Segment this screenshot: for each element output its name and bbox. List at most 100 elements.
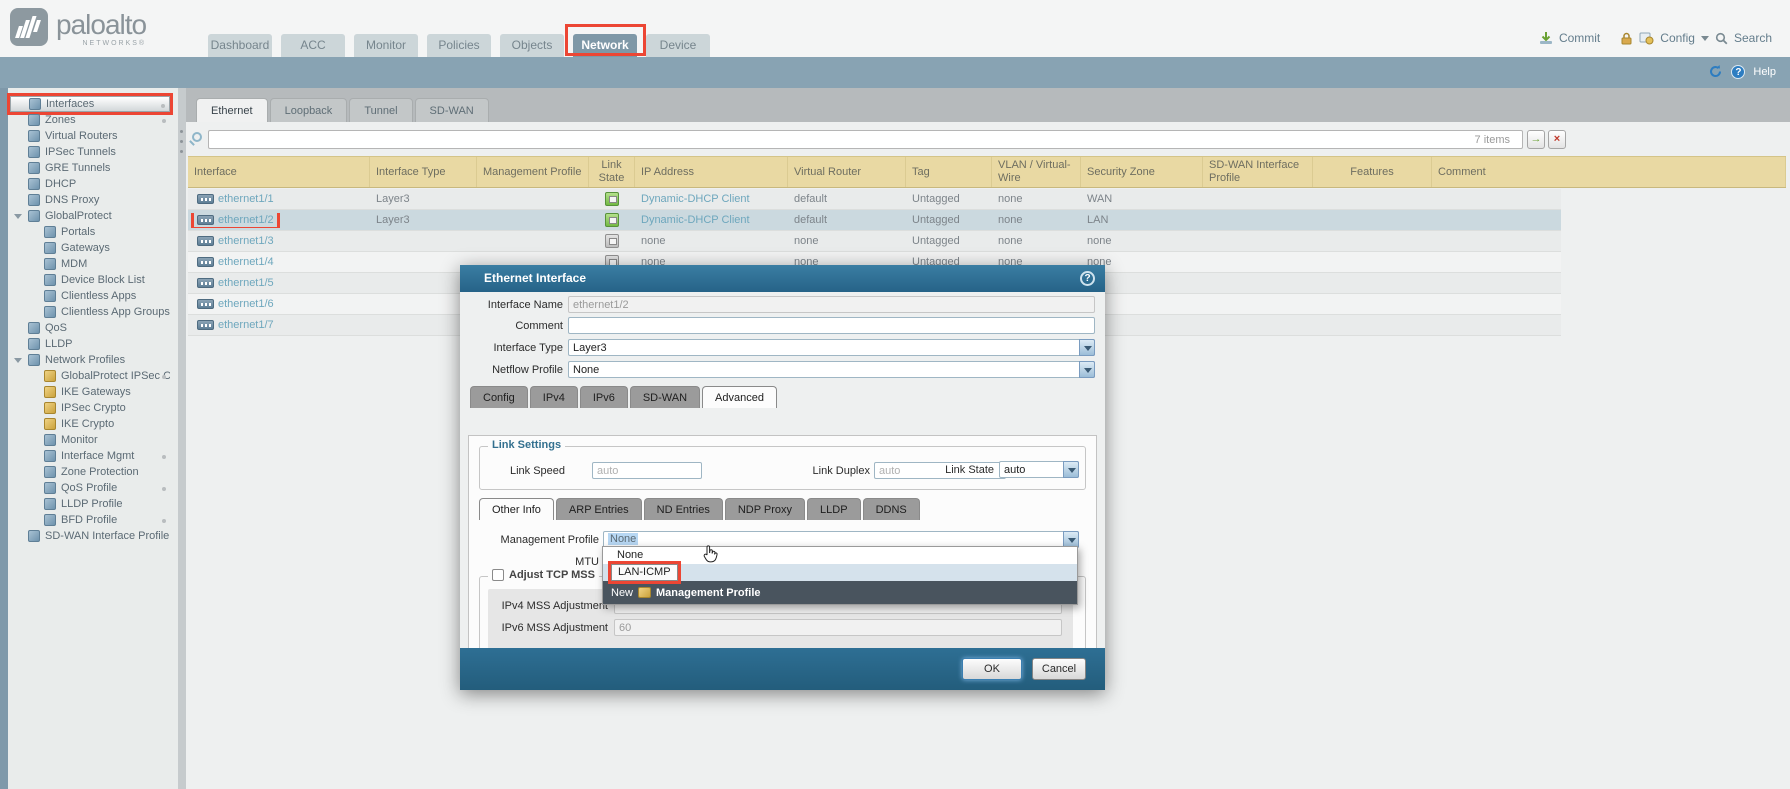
sidebar-item[interactable]: DNS Proxy xyxy=(10,192,170,208)
dialog-tab[interactable]: IPv6 xyxy=(580,386,628,408)
sidebar-item[interactable]: Monitor xyxy=(10,432,170,448)
globalprotect-ipsec-crypto-icon xyxy=(44,370,56,382)
sidebar-item[interactable]: Device Block List xyxy=(10,272,170,288)
main-nav-tab[interactable]: Dashboard xyxy=(208,34,272,57)
help-label[interactable]: Help xyxy=(1753,66,1776,78)
ip-address-link[interactable]: Dynamic-DHCP Client xyxy=(635,214,788,226)
sidebar-item[interactable]: Interfaces xyxy=(10,96,170,112)
inner-tab[interactable]: ND Entries xyxy=(644,498,723,520)
help-icon[interactable]: ? xyxy=(1731,65,1745,79)
sidebar-item-label: IPSec Tunnels xyxy=(45,146,116,158)
dialog-tab[interactable]: IPv4 xyxy=(530,386,578,408)
interface-type-dropdown-icon[interactable] xyxy=(1079,339,1095,356)
interface-link[interactable]: ethernet1/6 xyxy=(218,298,274,310)
dropdown-option[interactable]: LAN-ICMP xyxy=(603,564,1077,581)
filter-input[interactable]: 7 items xyxy=(208,130,1523,149)
sidebar-item[interactable]: IPSec Crypto xyxy=(10,400,170,416)
adjust-tcp-mss-checkbox[interactable] xyxy=(492,569,504,581)
ip-address-link[interactable]: Dynamic-DHCP Client xyxy=(635,193,788,205)
interface-link[interactable]: ethernet1/7 xyxy=(218,319,274,331)
sidebar-item[interactable]: BFD Profile xyxy=(10,512,170,528)
ipv6-mss-field[interactable] xyxy=(614,619,1062,636)
sidebar-item-label: IPSec Crypto xyxy=(61,402,126,414)
inner-tab[interactable]: ARP Entries xyxy=(556,498,642,520)
sidebar-item[interactable]: Clientless Apps xyxy=(10,288,170,304)
interface-link[interactable]: ethernet1/3 xyxy=(218,235,274,247)
sidebar-item[interactable]: Zone Protection xyxy=(10,464,170,480)
inner-tab[interactable]: DDNS xyxy=(863,498,920,520)
sidebar-item[interactable]: Gateways xyxy=(10,240,170,256)
sdwan-interface-profile-icon xyxy=(28,530,40,542)
interface-link[interactable]: ethernet1/1 xyxy=(218,193,274,205)
content-tab[interactable]: Loopback xyxy=(270,98,348,122)
interface-type-select[interactable] xyxy=(568,339,1095,356)
interface-icon xyxy=(197,278,214,288)
sidebar-item[interactable]: Portals xyxy=(10,224,170,240)
sidebar-item[interactable]: MDM xyxy=(10,256,170,272)
netflow-profile-dropdown-icon[interactable] xyxy=(1079,361,1095,378)
sidebar-item-label: Interface Mgmt xyxy=(61,450,134,462)
inner-tab[interactable]: LLDP xyxy=(807,498,861,520)
dropdown-option[interactable]: None xyxy=(603,547,1077,564)
sidebar-item[interactable]: Network Profiles xyxy=(10,352,170,368)
sidebar-item[interactable]: Clientless App Groups xyxy=(10,304,170,320)
clear-filter-button[interactable]: × xyxy=(1548,130,1566,149)
main-nav-tab[interactable]: Objects xyxy=(500,34,564,57)
content-tab[interactable]: SD-WAN xyxy=(415,98,489,122)
interface-link[interactable]: ethernet1/4 xyxy=(218,256,274,268)
netflow-profile-select[interactable] xyxy=(568,361,1095,378)
main-nav-tab[interactable]: Device xyxy=(646,34,710,57)
content-tab[interactable]: Ethernet xyxy=(196,98,268,122)
interface-icon xyxy=(197,257,214,267)
dialog-tab[interactable]: Advanced xyxy=(702,386,777,408)
table-row[interactable]: ethernet1/2 Layer3 Dynamic-DHCP Client d… xyxy=(188,210,1561,231)
interface-name-field[interactable] xyxy=(568,296,1095,313)
refresh-icon[interactable] xyxy=(1708,64,1723,79)
sidebar-item[interactable]: Interface Mgmt xyxy=(10,448,170,464)
cancel-button[interactable]: Cancel xyxy=(1032,658,1086,680)
sidebar-item[interactable]: QoS xyxy=(10,320,170,336)
sidebar-item[interactable]: LLDP Profile xyxy=(10,496,170,512)
interface-link[interactable]: ethernet1/5 xyxy=(218,277,274,289)
sidebar-item[interactable]: Virtual Routers xyxy=(10,128,170,144)
main-nav-tab[interactable]: Policies xyxy=(427,34,491,57)
sidebar-item[interactable]: GlobalProtect IPSec Crypt xyxy=(10,368,170,384)
inner-tab[interactable]: Other Info xyxy=(479,498,554,520)
sidebar-item[interactable]: LLDP xyxy=(10,336,170,352)
comment-field[interactable] xyxy=(568,317,1095,334)
sidebar-resize-handle[interactable] xyxy=(178,88,186,789)
sidebar-item[interactable]: QoS Profile xyxy=(10,480,170,496)
sidebar-item[interactable]: Zones xyxy=(10,112,170,128)
sidebar-item[interactable]: GlobalProtect xyxy=(10,208,170,224)
ip-address-link[interactable]: none xyxy=(635,235,788,247)
sidebar-item[interactable]: GRE Tunnels xyxy=(10,160,170,176)
config-caret-icon[interactable] xyxy=(1701,36,1709,45)
table-row[interactable]: ethernet1/1 Layer3 Dynamic-DHCP Client d… xyxy=(188,189,1561,210)
sidebar-item[interactable]: IPSec Tunnels xyxy=(10,144,170,160)
inner-tab[interactable]: NDP Proxy xyxy=(725,498,805,520)
sidebar-item[interactable]: IKE Gateways xyxy=(10,384,170,400)
search-button[interactable]: Search xyxy=(1734,31,1772,45)
apply-filter-button[interactable]: → xyxy=(1527,130,1545,149)
sidebar-item[interactable]: IKE Crypto xyxy=(10,416,170,432)
interface-link[interactable]: ethernet1/2 xyxy=(218,214,274,226)
lock-icon[interactable] xyxy=(1620,32,1633,45)
dialog-help-icon[interactable]: ? xyxy=(1080,271,1095,286)
sidebar-item[interactable]: SD-WAN Interface Profile xyxy=(10,528,170,544)
sidebar-item[interactable]: DHCP xyxy=(10,176,170,192)
table-row[interactable]: ethernet1/3 none none Untagged none none xyxy=(188,231,1561,252)
main-nav-tab[interactable]: ACC xyxy=(281,34,345,57)
ike-crypto-icon xyxy=(44,418,56,430)
main-nav-tab[interactable]: Monitor xyxy=(354,34,418,57)
link-state-dropdown-icon[interactable] xyxy=(1063,461,1079,478)
ok-button[interactable]: OK xyxy=(962,658,1022,680)
link-speed-field[interactable] xyxy=(592,462,702,479)
config-menu[interactable]: Config xyxy=(1660,31,1695,45)
interface-icon xyxy=(197,215,214,225)
sidebar-item-label: Clientless App Groups xyxy=(61,306,170,318)
commit-button[interactable]: Commit xyxy=(1559,31,1600,45)
dropdown-new-item[interactable]: New Management Profile xyxy=(603,581,1077,604)
dialog-tab[interactable]: SD-WAN xyxy=(630,386,700,408)
dialog-tab[interactable]: Config xyxy=(470,386,528,408)
content-tab[interactable]: Tunnel xyxy=(349,98,412,122)
